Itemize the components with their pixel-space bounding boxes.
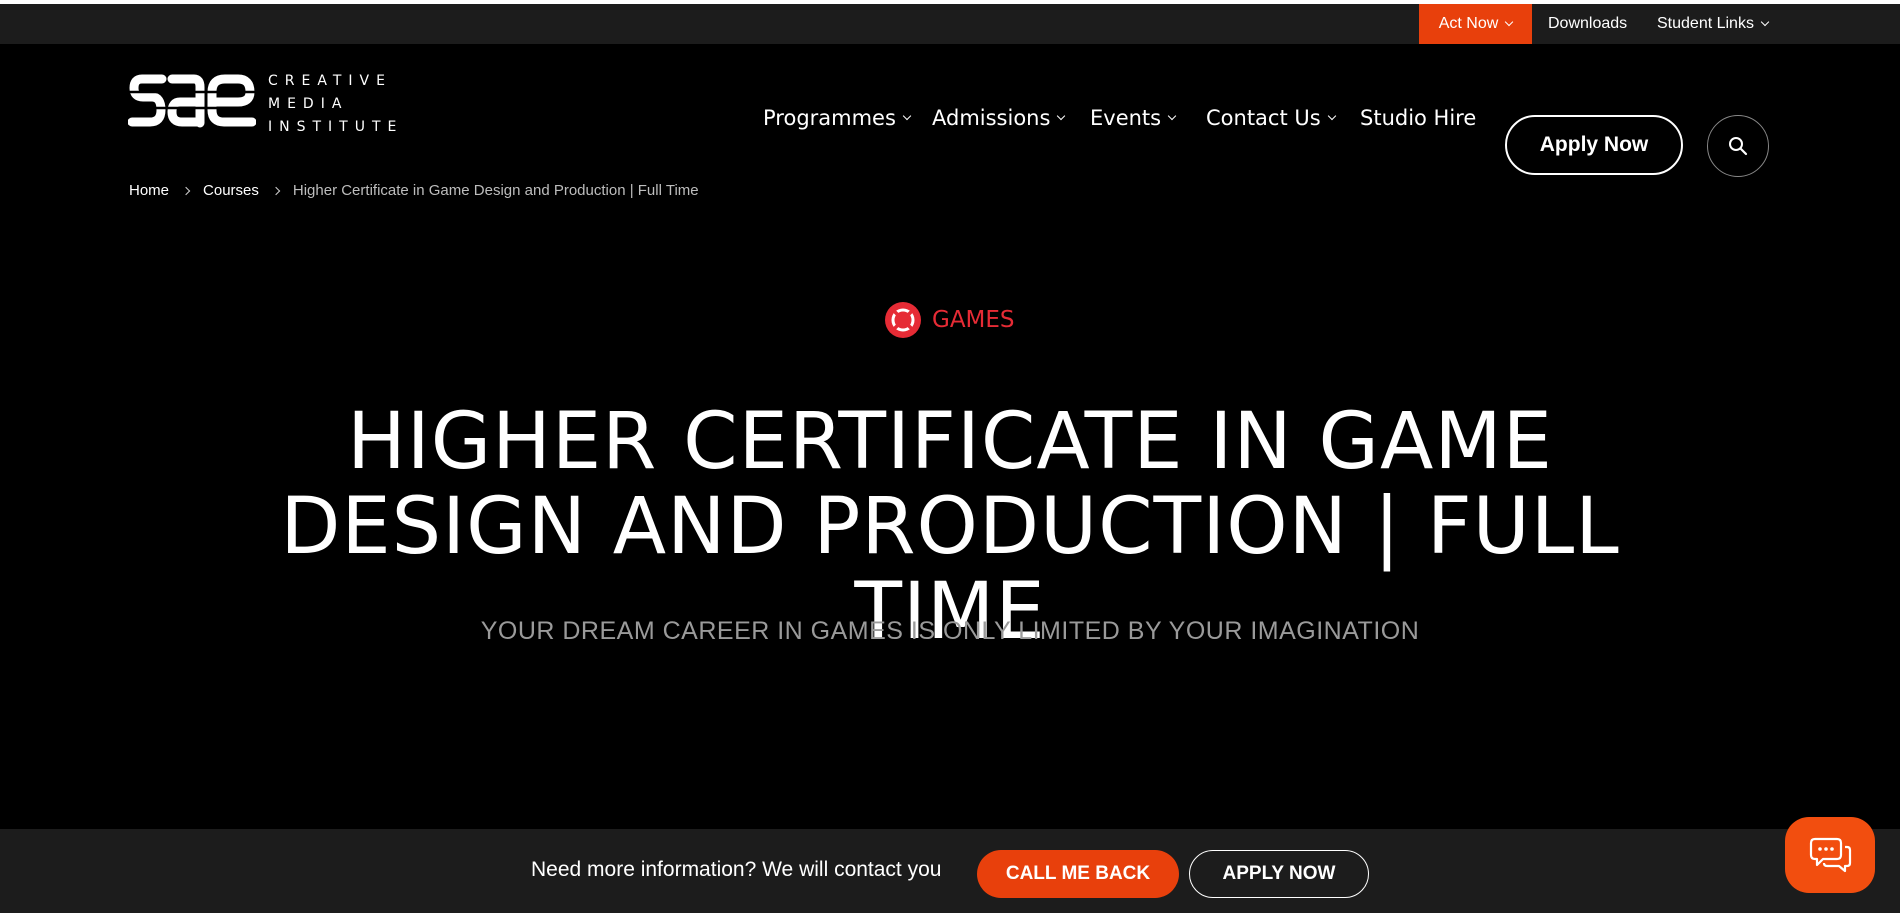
category-tag: GAMES xyxy=(884,301,1015,339)
contact-bar: Need more information? We will contact y… xyxy=(0,829,1900,917)
student-links-label: Student Links xyxy=(1657,15,1754,32)
games-category-icon xyxy=(885,302,921,338)
breadcrumb: Home Courses Higher Certificate in Game … xyxy=(129,182,699,199)
chevron-down-icon xyxy=(1760,17,1770,27)
breadcrumb-home[interactable]: Home xyxy=(129,182,169,199)
breadcrumb-courses[interactable]: Courses xyxy=(203,182,259,199)
utility-bar: Act Now Downloads Student Links xyxy=(0,4,1900,44)
chat-icon xyxy=(1809,837,1852,873)
nav-item-label: Events xyxy=(1090,106,1162,130)
nav-studio-hire[interactable]: Studio Hire xyxy=(1360,106,1476,130)
apply-now-button[interactable]: Apply Now xyxy=(1505,115,1683,175)
nav-item-label: Contact Us xyxy=(1206,106,1321,130)
nav-events[interactable]: Events xyxy=(1090,106,1177,130)
act-now-menu[interactable]: Act Now xyxy=(1419,4,1532,44)
chevron-down-icon xyxy=(1327,111,1336,121)
chevron-down-icon xyxy=(1167,111,1177,121)
breadcrumb-current: Higher Certificate in Game Design and Pr… xyxy=(292,182,699,199)
nav-contact-us[interactable]: Contact Us xyxy=(1206,106,1336,130)
contact-bar-text: Need more information? We will contact y… xyxy=(531,858,942,881)
chevron-right-icon xyxy=(181,186,191,195)
nav-programmes[interactable]: Programmes xyxy=(763,106,912,130)
downloads-link[interactable]: Downloads xyxy=(1548,4,1627,44)
nav-item-label: Programmes xyxy=(763,106,896,130)
search-button[interactable] xyxy=(1707,115,1769,177)
search-icon xyxy=(1729,137,1748,156)
act-now-label: Act Now xyxy=(1438,15,1499,32)
chevron-down-icon xyxy=(902,111,912,121)
chevron-down-icon xyxy=(1057,111,1066,121)
page-subtitle: YOUR DREAM CAREER IN GAMES IS ONLY LIMIT… xyxy=(480,617,1420,645)
page-bottom-edge xyxy=(0,913,1900,917)
chevron-right-icon xyxy=(271,186,281,195)
nav-item-label: Admissions xyxy=(932,106,1051,130)
chat-button[interactable] xyxy=(1785,817,1875,893)
page: Act Now Downloads Student Links CREATIVE… xyxy=(0,0,1900,917)
chevron-down-icon xyxy=(1505,17,1514,27)
nav-admissions[interactable]: Admissions xyxy=(932,106,1066,130)
nav-item-label: Studio Hire xyxy=(1360,106,1477,130)
main-nav: Programmes Admissions Events Contact Us … xyxy=(0,88,1900,177)
category-label: GAMES xyxy=(932,307,1015,333)
hero-section: CREATIVE MEDIA INSTITUTE Programmes Admi… xyxy=(0,44,1900,829)
downloads-label: Downloads xyxy=(1548,15,1628,32)
call-me-back-button[interactable]: CALL ME BACK xyxy=(977,850,1179,898)
apply-now-bottom-button[interactable]: APPLY NOW xyxy=(1189,850,1369,898)
student-links-menu[interactable]: Student Links xyxy=(1657,4,1770,44)
